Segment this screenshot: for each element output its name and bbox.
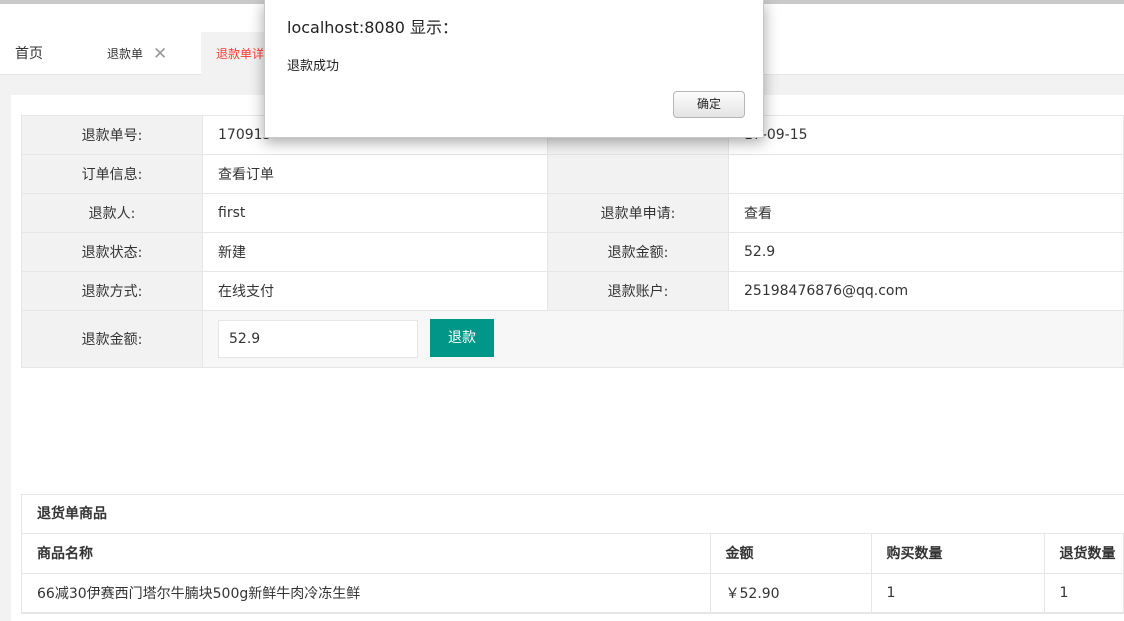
status-label: 退款状态: (21, 232, 203, 272)
dialog-title: localhost:8080 显示： (287, 18, 459, 37)
account-label: 退款账户: (547, 271, 729, 311)
method-label: 退款方式: (21, 271, 203, 311)
refund-form-cell: 退款 (202, 310, 1124, 368)
status-value: 新建 (202, 232, 548, 272)
tab-home[interactable]: 首页 (15, 34, 43, 74)
method-value: 在线支付 (202, 271, 548, 311)
table-row: 退款方式: 在线支付 退款账户: 25198476876@qq.com (21, 271, 1124, 311)
empty-value (728, 154, 1124, 194)
tab-refund-detail[interactable]: 退款单详 (201, 32, 271, 76)
apply-label: 退款单申请: (547, 193, 729, 233)
column-header: 退货数量 (1044, 534, 1124, 574)
return-quantity: 1 (1044, 573, 1124, 613)
dialog-message: 退款成功 (287, 59, 340, 74)
table-header-row: 商品名称 金额 购买数量 退货数量 (22, 534, 1124, 574)
refund-info-table: 退款单号: 170915 17-09-15 订单信息: 查看订单 退款人: fi… (21, 115, 1124, 368)
table-row: 退款人: first 退款单申请: 查看 (21, 193, 1124, 233)
tab-refund-list-label: 退款单 (107, 47, 144, 61)
alert-dialog: localhost:8080 显示： 退款成功 确定 (264, 0, 764, 138)
close-icon[interactable]: ✕ (153, 32, 167, 76)
return-goods-table: 商品名称 金额 购买数量 退货数量 66减30伊赛西门塔尔牛腩块500g新鲜牛肉… (22, 534, 1124, 613)
amount-label: 退款金额: (547, 232, 729, 272)
table-row: 66减30伊赛西门塔尔牛腩块500g新鲜牛肉冷冻生鲜 ￥52.90 1 1 (22, 573, 1124, 613)
column-header: 金额 (710, 534, 872, 574)
view-order-link[interactable]: 查看订单 (202, 154, 548, 194)
table-row: 订单信息: 查看订单 (21, 154, 1124, 194)
column-header: 购买数量 (871, 534, 1045, 574)
refunder-value: first (202, 193, 548, 233)
account-value: 25198476876@qq.com (728, 271, 1124, 311)
column-header: 商品名称 (22, 534, 711, 574)
return-goods-panel: 退货单商品 商品名称 金额 购买数量 退货数量 66减30伊赛西门塔尔牛腩块50… (21, 494, 1124, 614)
ok-button[interactable]: 确定 (673, 91, 745, 118)
tab-refund-list[interactable]: 退款单 ✕ (107, 32, 167, 76)
view-apply-link[interactable]: 查看 (728, 193, 1124, 233)
refund-form-row: 退款金额: 退款 (21, 310, 1124, 368)
refund-button[interactable]: 退款 (430, 319, 494, 357)
refunder-label: 退款人: (21, 193, 203, 233)
refund-amount-label: 退款金额: (21, 310, 203, 368)
empty-label (547, 154, 729, 194)
table-row: 退款状态: 新建 退款金额: 52.9 (21, 232, 1124, 272)
refund-amount-input[interactable] (218, 320, 418, 358)
order-info-label: 订单信息: (21, 154, 203, 194)
main-content: 退款单号: 170915 17-09-15 订单信息: 查看订单 退款人: fi… (11, 95, 1124, 621)
amount-value: 52.9 (728, 232, 1124, 272)
created-value: 17-09-15 (728, 115, 1124, 155)
product-price: ￥52.90 (710, 573, 872, 613)
product-name: 66减30伊赛西门塔尔牛腩块500g新鲜牛肉冷冻生鲜 (22, 573, 711, 613)
buy-quantity: 1 (871, 573, 1045, 613)
return-goods-title: 退货单商品 (22, 495, 1124, 534)
refund-no-label: 退款单号: (21, 115, 203, 155)
